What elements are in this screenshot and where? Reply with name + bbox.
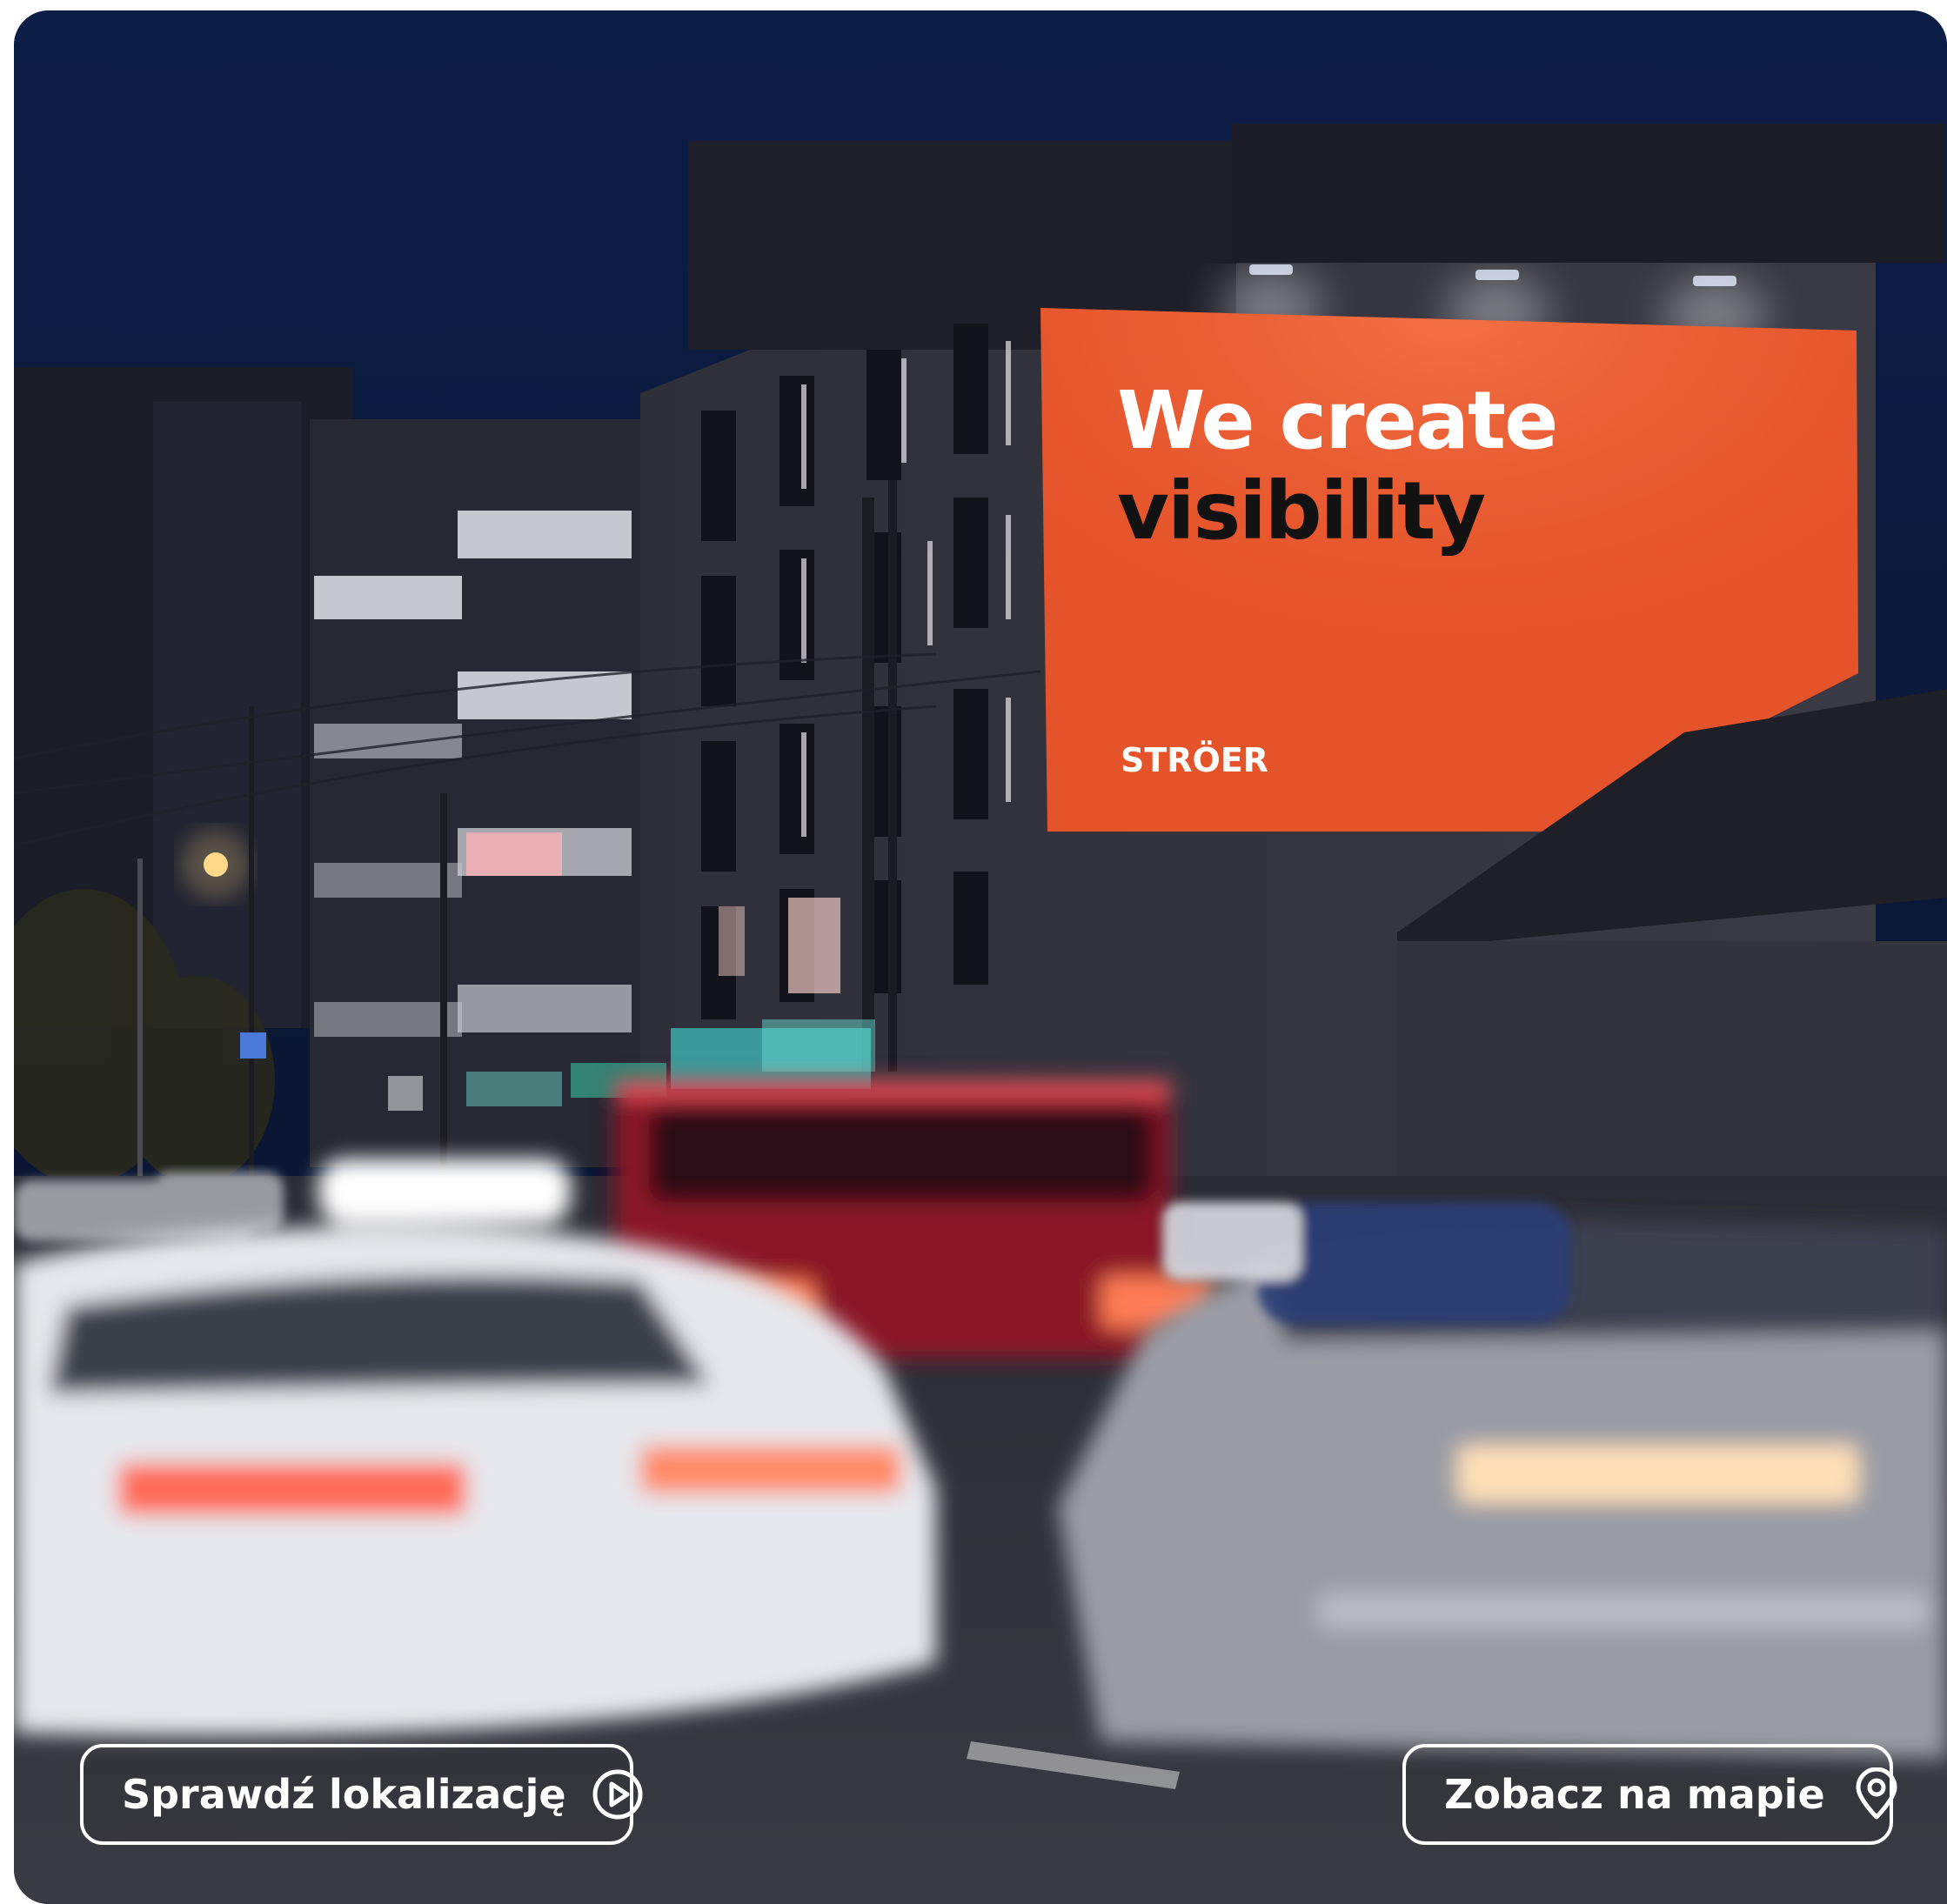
map-pin-icon bbox=[1850, 1767, 1904, 1821]
night-street-photo bbox=[14, 10, 1947, 1904]
check-location-label: Sprawdź lokalizację bbox=[122, 1771, 566, 1818]
view-on-map-label: Zobacz na mapie bbox=[1444, 1771, 1825, 1818]
check-location-button[interactable]: Sprawdź lokalizację bbox=[80, 1744, 643, 1845]
billboard-headline-line1: We create bbox=[1117, 374, 1558, 467]
hero-card: We create visibility STRÖER Sprawdź loka… bbox=[14, 10, 1947, 1904]
billboard-brand-logo: STRÖER bbox=[1121, 741, 1269, 779]
view-on-map-button[interactable]: Zobacz na mapie bbox=[1402, 1744, 1897, 1845]
billboard-headline-line2: visibility bbox=[1117, 464, 1486, 558]
play-circle-icon bbox=[591, 1767, 645, 1821]
billboard-headline: We create visibility bbox=[1117, 374, 1558, 558]
